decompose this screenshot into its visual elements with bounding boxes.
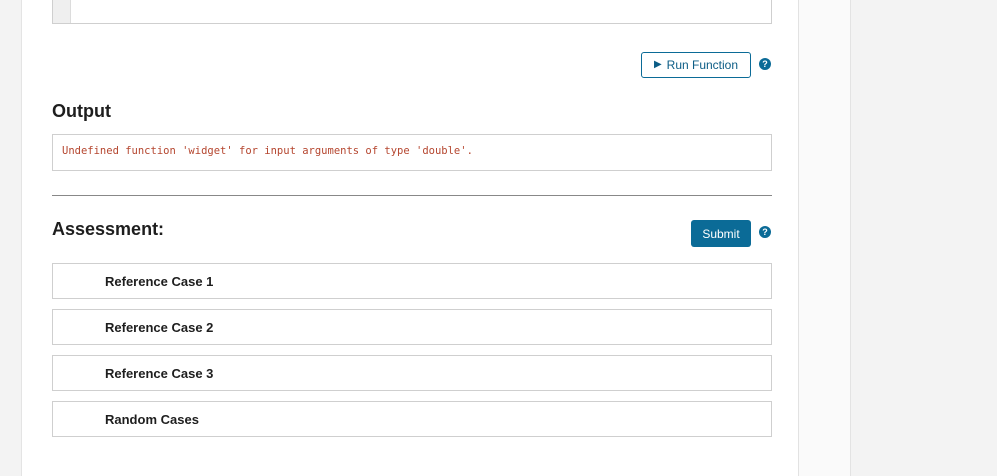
test-case-reference-2[interactable]: Reference Case 2	[52, 309, 772, 345]
right-sidebar-strip	[799, 0, 851, 476]
test-case-reference-1[interactable]: Reference Case 1	[52, 263, 772, 299]
page-left-margin	[0, 0, 22, 476]
section-divider	[52, 195, 772, 196]
run-function-label: Run Function	[666, 58, 739, 72]
test-case-reference-3[interactable]: Reference Case 3	[52, 355, 772, 391]
play-icon: ▶	[653, 59, 662, 70]
editor-line-gutter	[53, 0, 71, 23]
submit-help-icon[interactable]: ?	[759, 226, 771, 238]
test-case-label: Reference Case 2	[105, 319, 214, 335]
assessment-heading: Assessment:	[52, 219, 165, 239]
output-error-message: Undefined function 'widget' for input ar…	[62, 145, 473, 157]
output-heading: Output	[52, 101, 111, 121]
test-case-random[interactable]: Random Cases	[52, 401, 772, 437]
output-panel: Undefined function 'widget' for input ar…	[52, 134, 772, 171]
main-panel: ▶ Run Function ? Output Undefined functi…	[22, 0, 799, 476]
run-function-button[interactable]: ▶ Run Function	[641, 52, 751, 78]
code-editor[interactable]	[52, 0, 772, 24]
submit-button[interactable]: Submit	[691, 220, 751, 247]
run-help-icon[interactable]: ?	[759, 58, 771, 70]
test-case-label: Reference Case 1	[105, 273, 214, 289]
test-case-label: Random Cases	[105, 411, 199, 427]
test-case-label: Reference Case 3	[105, 365, 214, 381]
